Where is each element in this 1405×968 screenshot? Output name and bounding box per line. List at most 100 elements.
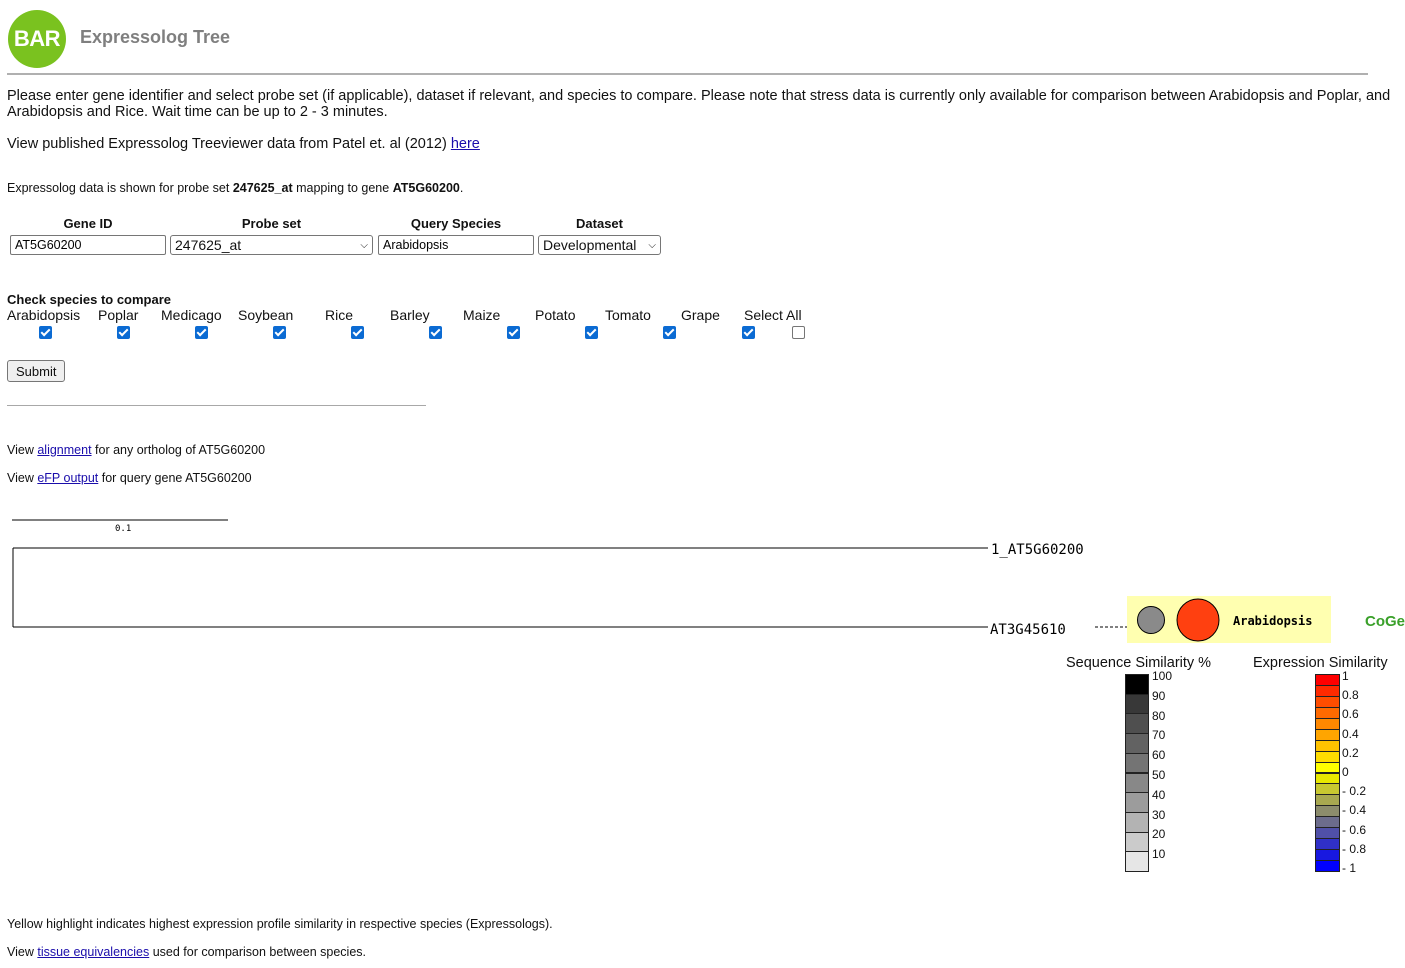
expression-similarity-circle[interactable]: [1176, 598, 1220, 642]
expression-similarity-tick-label: 0.2: [1342, 745, 1359, 760]
gene-id-label: Gene ID: [63, 216, 113, 231]
alignment-line: View alignment for any ortholog of AT5G6…: [7, 443, 265, 457]
checkbox-potato[interactable]: [585, 326, 598, 339]
here-link[interactable]: here: [451, 136, 480, 152]
species-tag-arabidopsis: Arabidopsis: [1233, 614, 1312, 628]
probe-set-label: Probe set: [241, 216, 302, 231]
highlight-note: Yellow highlight indicates highest expre…: [7, 917, 553, 931]
dataset-value: Developmental: [543, 237, 637, 253]
submit-button[interactable]: Submit: [7, 360, 66, 382]
mapping-suffix: .: [459, 181, 464, 195]
expression-similarity-tick-label: 0: [1342, 765, 1349, 779]
expression-similarity-swatch: [1315, 860, 1340, 872]
expression-similarity-ticks: 1 0.8 0.6 0.4 0.2 0 - 0.2 - 0.4 - 0.6 - 0.8 - 1: [1342, 669, 1382, 875]
species-label-poplar: Poplar: [98, 307, 139, 323]
bar-logo[interactable]: BAR: [8, 10, 66, 68]
probe-mapping-text: Expressolog data is shown for probe set …: [7, 181, 463, 195]
sequence-similarity-tick-label: 60: [1152, 748, 1166, 763]
species-label-grape: Grape: [681, 307, 720, 323]
sequence-similarity-swatch: [1125, 713, 1149, 735]
species-label-medicago: Medicago: [161, 307, 222, 323]
tissue-line: View tissue equivalencies used for compa…: [7, 945, 366, 959]
expression-similarity-tick-label: 1: [1342, 669, 1349, 683]
checkbox-select-all[interactable]: [792, 326, 805, 339]
mapping-prefix: Expressolog data is shown for probe set: [7, 181, 233, 195]
species-label-tomato: Tomato: [605, 307, 651, 323]
checkbox-tomato[interactable]: [663, 326, 676, 339]
tissue-prefix: View: [7, 945, 38, 959]
form-divider: [7, 405, 426, 406]
sequence-similarity-tick-label: 10: [1152, 847, 1166, 862]
query-species-label: Query Species: [410, 216, 502, 231]
efp-output-link[interactable]: eFP output: [37, 471, 98, 485]
checkbox-poplar[interactable]: [117, 326, 130, 339]
sequence-similarity-swatch: [1125, 811, 1149, 833]
sequence-similarity-swatch: [1125, 752, 1149, 774]
sequence-similarity-swatch: [1125, 792, 1149, 813]
chevron-down-icon: ⌵: [360, 239, 368, 251]
expression-similarity-tick-label: - 0.8: [1342, 841, 1367, 856]
mapping-middle: mapping to gene: [292, 181, 393, 195]
mapping-probe: 247625_at: [232, 181, 293, 195]
tree-leaf-2[interactable]: AT3G45610: [990, 622, 1066, 638]
tree-leaf-1[interactable]: 1_AT5G60200: [991, 542, 1084, 558]
expression-similarity-tick-label: 0.4: [1342, 726, 1359, 741]
sequence-similarity-ticks: 100 90 80 70 60 50 40 30 20 10: [1152, 669, 1192, 869]
checkbox-barley[interactable]: [429, 326, 442, 339]
sequence-similarity-tick-label: 50: [1152, 768, 1166, 782]
sequence-similarity-tick-label: 100: [1152, 669, 1173, 683]
species-label-maize: Maize: [463, 307, 501, 323]
published-prefix: View published Expressolog Treeviewer da…: [7, 136, 451, 152]
expression-similarity-tick-label: 0.6: [1342, 707, 1359, 722]
scale-label: 0.1: [115, 524, 131, 534]
alignment-suffix: for any ortholog of AT5G60200: [91, 443, 266, 457]
expression-similarity-tick-label: - 1: [1342, 861, 1357, 875]
dataset-select[interactable]: Developmental ⌵: [538, 235, 661, 255]
coge-logo[interactable]: CoGe: [1365, 613, 1405, 630]
alignment-link[interactable]: alignment: [37, 443, 91, 457]
tissue-equivalencies-link[interactable]: tissue equivalencies: [37, 945, 149, 959]
expression-similarity-tick-label: - 0.4: [1342, 803, 1367, 818]
header-divider: [7, 73, 1368, 75]
checkbox-maize[interactable]: [507, 326, 520, 339]
sequence-similarity-swatch: [1125, 851, 1149, 872]
probe-set-select[interactable]: 247625_at ⌵: [170, 235, 373, 255]
checkbox-soybean[interactable]: [273, 326, 286, 339]
expression-similarity-tick-label: - 0.2: [1342, 784, 1367, 799]
published-data-line: View published Expressolog Treeviewer da…: [7, 136, 480, 152]
mapping-gene: AT5G60200: [392, 181, 460, 195]
sequence-similarity-swatch: [1125, 733, 1149, 754]
view-prefix: View: [7, 443, 38, 457]
checkbox-medicago[interactable]: [195, 326, 208, 339]
check-species-heading: Check species to compare: [7, 292, 172, 307]
expressolog-tree: 0.1 1_AT5G60200 AT3G45610 Arabidopsis Co…: [12, 519, 1405, 643]
checkbox-grape[interactable]: [742, 326, 755, 339]
page-title: Expressolog Tree: [80, 27, 231, 47]
sequence-similarity-tick-label: 70: [1152, 728, 1166, 743]
checkbox-rice[interactable]: [351, 326, 364, 339]
checkbox-arabidopsis[interactable]: [39, 326, 52, 339]
expression-similarity-tick-label: - 0.6: [1342, 822, 1367, 837]
tissue-suffix: used for comparison between species.: [149, 945, 367, 959]
view-prefix: View: [7, 471, 38, 485]
species-label-potato: Potato: [535, 307, 576, 323]
expression-similarity-scale: [1315, 674, 1340, 872]
sequence-similarity-swatch: [1125, 674, 1149, 695]
instructions-text: Please enter gene identifier and select …: [7, 88, 1391, 120]
species-label-soybean: Soybean: [238, 307, 294, 323]
sequence-similarity-tick-label: 30: [1152, 807, 1166, 822]
gene-id-input[interactable]: [10, 235, 166, 255]
sequence-similarity-circle[interactable]: [1137, 606, 1165, 634]
sequence-similarity-swatch: [1125, 693, 1149, 715]
probe-set-value: 247625_at: [175, 237, 242, 253]
sequence-similarity-tick-label: 90: [1152, 688, 1166, 703]
query-species-input[interactable]: [378, 235, 534, 255]
species-label-select-all: Select All: [744, 307, 802, 323]
chevron-down-icon: ⌵: [648, 239, 656, 251]
sequence-similarity-tick-label: 40: [1152, 787, 1166, 802]
sequence-similarity-scale: [1125, 674, 1149, 872]
expression-similarity-tick-label: 0.8: [1342, 688, 1359, 703]
species-label-rice: Rice: [325, 307, 354, 323]
sequence-similarity-tick-label: 20: [1152, 827, 1166, 842]
efp-suffix: for query gene AT5G60200: [98, 471, 252, 485]
